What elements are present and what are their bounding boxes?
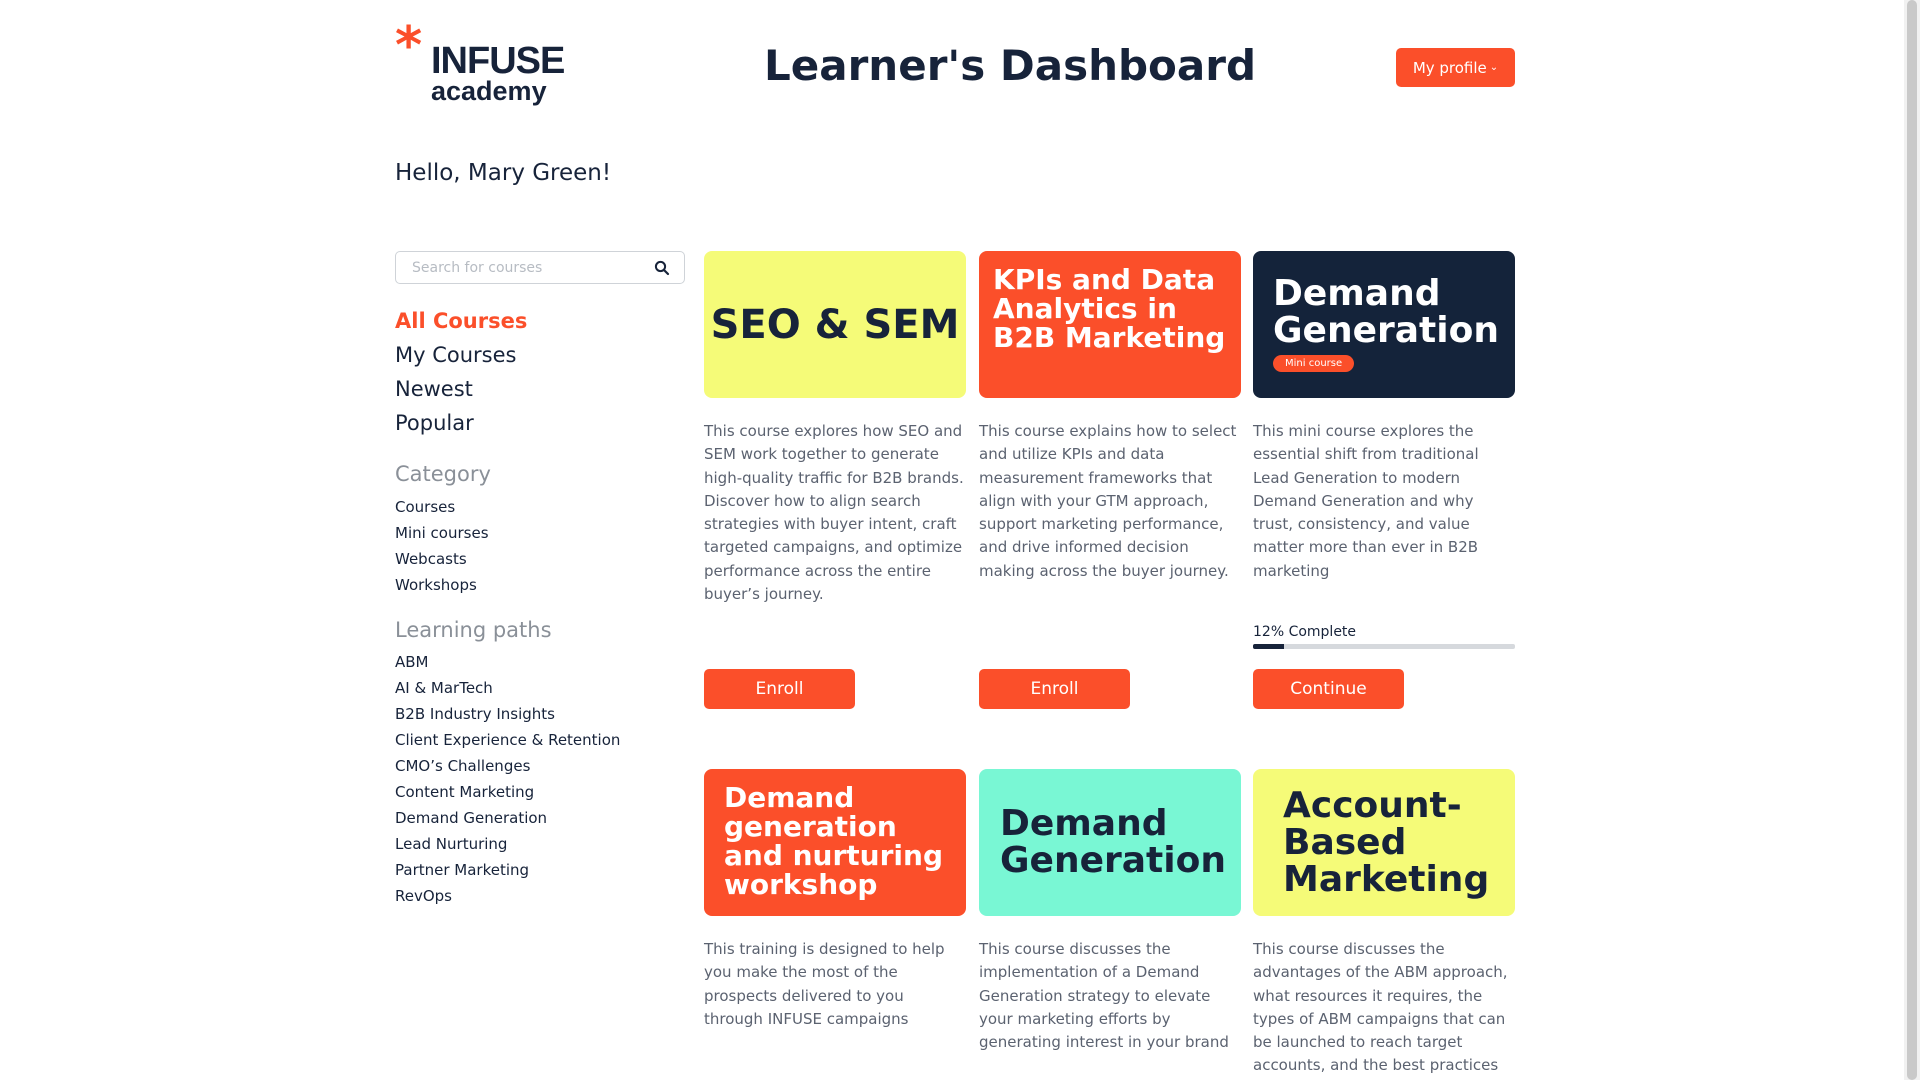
- continue-button[interactable]: Continue: [1253, 669, 1404, 709]
- course-description: This training is designed to help you ma…: [704, 940, 945, 1028]
- course-card: Account-Based Marketing This course disc…: [1253, 769, 1515, 1078]
- course-banner-title: Demand Generation: [1000, 803, 1226, 881]
- course-banner-title: SEO & SEM: [710, 301, 960, 348]
- progress-fill: [1253, 644, 1285, 649]
- page-title: Learner's Dashboard: [764, 41, 1257, 90]
- enroll-button[interactable]: Enroll: [704, 669, 855, 709]
- nav-all-courses[interactable]: All Courses: [395, 304, 527, 338]
- enroll-button[interactable]: Enroll: [979, 669, 1130, 709]
- course-banner[interactable]: Demand Generation Mini course: [1253, 251, 1515, 398]
- mini-course-badge: Mini course: [1273, 355, 1355, 372]
- logo-subtitle: academy: [431, 76, 547, 106]
- course-banner-title: Demand generation and nurturing workshop: [724, 781, 943, 901]
- course-description: This course discusses the advantages of …: [1253, 940, 1508, 1075]
- course-description: This course explains how to select and u…: [979, 422, 1237, 580]
- course-banner[interactable]: Account-Based Marketing: [1253, 769, 1515, 916]
- my-profile-label: My profile: [1412, 58, 1487, 77]
- infuse-academy-logo[interactable]: * INFUSE academy: [395, 20, 565, 110]
- course-banner-title: Account-Based Marketing: [1283, 785, 1490, 900]
- course-description: This mini course explores the essential …: [1253, 422, 1479, 580]
- category-item-mini-courses[interactable]: Mini courses: [395, 520, 489, 546]
- search-input[interactable]: [396, 252, 642, 283]
- category-list: Courses Mini courses Webcasts Workshops: [395, 494, 489, 598]
- course-banner[interactable]: KPIs and Data Analytics in B2B Marketing: [979, 251, 1241, 398]
- path-item-lead-nurturing[interactable]: Lead Nurturing: [395, 831, 620, 857]
- path-item-abm[interactable]: ABM: [395, 649, 620, 675]
- course-filter-nav: All Courses My Courses Newest Popular: [395, 304, 527, 440]
- course-description: This course explores how SEO and SEM wor…: [704, 422, 964, 604]
- path-item-partner-marketing[interactable]: Partner Marketing: [395, 857, 620, 883]
- learning-paths-list: ABM AI & MarTech B2B Industry Insights C…: [395, 649, 620, 909]
- chevron-down-icon: ⌄: [1489, 62, 1499, 73]
- path-item-demand-generation[interactable]: Demand Generation: [395, 805, 620, 831]
- logo-brand: INFUSE: [431, 40, 565, 82]
- course-banner-title: Demand Generation: [1273, 273, 1499, 351]
- path-item-ai-martech[interactable]: AI & MarTech: [395, 675, 620, 701]
- course-banner[interactable]: SEO & SEM: [704, 251, 966, 398]
- course-card: KPIs and Data Analytics in B2B Marketing…: [979, 251, 1241, 583]
- search-icon[interactable]: [654, 260, 670, 276]
- learning-paths-heading: Learning paths: [395, 618, 552, 642]
- progress-bar: [1253, 644, 1515, 649]
- course-description: This course discusses the implementation…: [979, 940, 1229, 1052]
- course-banner-title: KPIs and Data Analytics in B2B Marketing: [993, 263, 1226, 354]
- progress-label: 12% Complete: [1253, 624, 1357, 640]
- category-item-workshops[interactable]: Workshops: [395, 572, 489, 598]
- search-box: [395, 251, 685, 284]
- course-card: Demand Generation Mini course This mini …: [1253, 251, 1515, 583]
- my-profile-button[interactable]: My profile ⌄: [1396, 48, 1515, 87]
- course-banner[interactable]: Demand Generation: [979, 769, 1241, 916]
- path-item-revops[interactable]: RevOps: [395, 883, 620, 909]
- course-card: Demand generation and nurturing workshop…: [704, 769, 966, 1031]
- category-item-courses[interactable]: Courses: [395, 494, 489, 520]
- logo-asterisk-icon: *: [395, 16, 423, 76]
- path-item-content-marketing[interactable]: Content Marketing: [395, 779, 620, 805]
- category-item-webcasts[interactable]: Webcasts: [395, 546, 489, 572]
- course-banner[interactable]: Demand generation and nurturing workshop: [704, 769, 966, 916]
- scrollbar[interactable]: [1904, 0, 1920, 1080]
- nav-popular[interactable]: Popular: [395, 406, 527, 440]
- scrollbar-thumb[interactable]: [1907, 0, 1917, 1080]
- greeting: Hello, Mary Green!: [395, 160, 612, 186]
- category-heading: Category: [395, 462, 491, 486]
- nav-newest[interactable]: Newest: [395, 372, 527, 406]
- path-item-client-experience[interactable]: Client Experience & Retention: [395, 727, 620, 753]
- path-item-cmo-challenges[interactable]: CMO’s Challenges: [395, 753, 620, 779]
- course-card: Demand Generation This course discusses …: [979, 769, 1241, 1054]
- nav-my-courses[interactable]: My Courses: [395, 338, 527, 372]
- course-card: SEO & SEM This course explores how SEO a…: [704, 251, 966, 606]
- path-item-b2b-industry-insights[interactable]: B2B Industry Insights: [395, 701, 620, 727]
